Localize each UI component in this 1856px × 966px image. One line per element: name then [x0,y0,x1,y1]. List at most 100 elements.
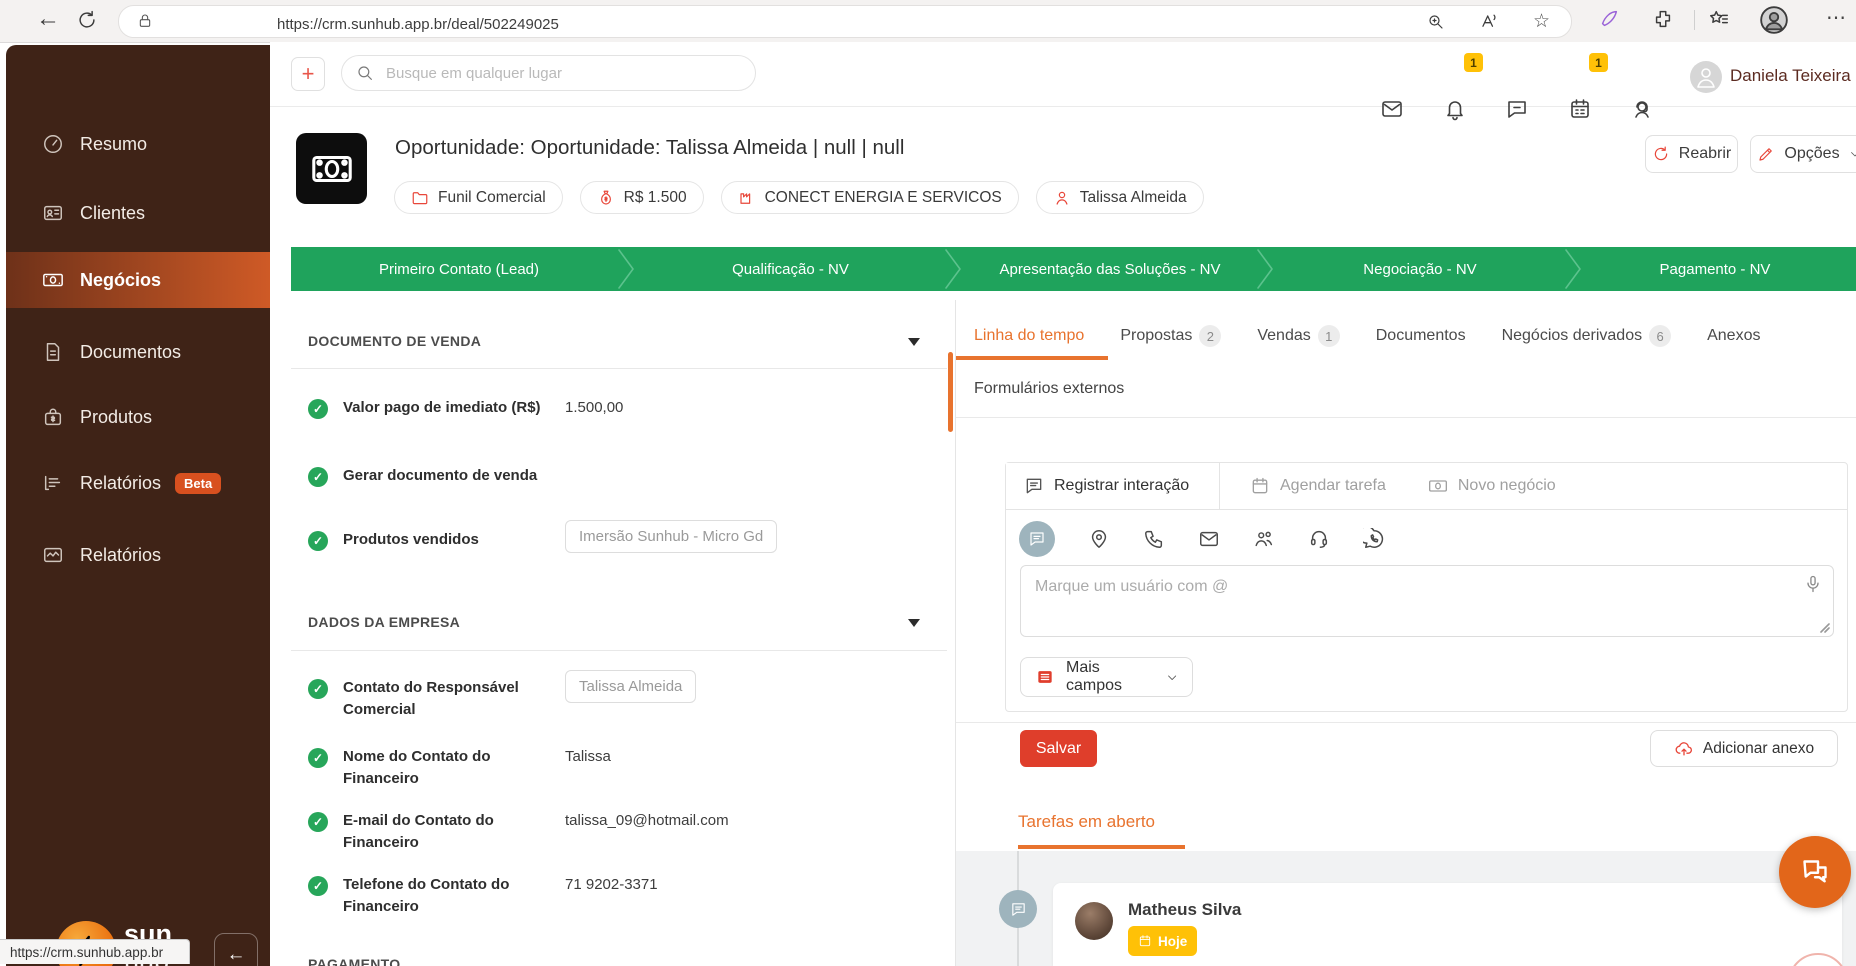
browser-profile-avatar[interactable] [1760,6,1788,34]
global-search[interactable] [341,55,756,91]
interaction-composer: Registrar interação Agendar tarefa Novo … [1005,462,1848,712]
tab-negocios-derivados[interactable]: Negócios derivados6 [1502,325,1672,347]
pipeline-stage-1[interactable]: Primeiro Contato (Lead) [291,247,627,291]
field-label: Telefone do Contato do Financeiro [343,874,561,918]
composer-tabs: Registrar interação Agendar tarefa Novo … [1006,463,1847,510]
pipeline-stage-4[interactable]: Negociação - NV [1266,247,1574,291]
sidebar-item-produtos[interactable]: Produtos [6,395,270,439]
channel-whatsapp-icon[interactable] [1363,528,1385,550]
composer-footer-divider [956,722,1856,723]
task-avatar [1075,902,1113,940]
microphone-icon[interactable] [1803,574,1823,594]
browser-extension-feather-icon[interactable] [1598,8,1620,30]
composer-tab-novo-negocio[interactable]: Novo negócio [1398,463,1568,509]
timeline-note-marker-icon [999,890,1037,928]
pipeline-stage-2[interactable]: Qualificação - NV [627,247,954,291]
section-header-documento-venda[interactable]: DOCUMENTO DE VENDA [308,333,481,349]
favorites-bar-icon[interactable] [1708,8,1730,30]
left-panel-scrollbar[interactable] [948,352,953,432]
support-headset-icon[interactable] [1630,97,1654,121]
zoom-page-icon[interactable] [1427,13,1445,31]
browser-menu-icon[interactable] [1826,5,1846,30]
tab-vendas[interactable]: Vendas1 [1257,325,1339,347]
browser-toolbar: https://crm.sunhub.app.br/deal/502249025 [0,0,1856,43]
chat-lines-icon [1024,476,1044,496]
sidebar-item-negocios[interactable]: Negócios [6,252,270,308]
reopen-button[interactable]: Reabrir [1645,135,1738,173]
task-card: Matheus Silva Hoje [1053,883,1842,966]
check-circle-icon [308,531,328,551]
reopen-label: Reabrir [1679,145,1731,163]
composer-tab-registrar-interacao[interactable]: Registrar interação [1006,463,1220,509]
task-due-badge[interactable]: Hoje [1128,926,1197,956]
user-name[interactable]: Daniela Teixeira [1730,66,1856,86]
pipeline-stage-5[interactable]: Pagamento - NV [1574,247,1856,291]
tab-propostas[interactable]: Propostas2 [1120,325,1221,347]
browser-back-icon[interactable] [36,5,60,33]
extensions-puzzle-icon[interactable] [1652,8,1674,30]
sidebar-item-relatorios[interactable]: Relatórios [6,533,270,577]
deal-tag-funnel[interactable]: Funil Comercial [394,181,563,214]
add-attachment-button[interactable]: Adicionar anexo [1650,730,1838,767]
check-circle-icon [308,467,328,487]
contact-card-icon [42,202,64,224]
notifications-bell-icon[interactable] [1443,97,1467,121]
options-button[interactable]: Opções [1750,135,1856,173]
sidebar-item-resumo[interactable]: Resumo [6,122,270,166]
person-icon [1053,189,1071,207]
calendar-icon[interactable] [1568,97,1592,121]
save-button[interactable]: Salvar [1020,730,1097,767]
composer-tab-label: Novo negócio [1458,477,1556,495]
search-input[interactable] [384,64,741,83]
url-text[interactable]: https://crm.sunhub.app.br/deal/502249025 [277,16,559,33]
channel-note-icon[interactable] [1019,521,1055,557]
note-textarea[interactable] [1021,566,1833,636]
pipeline-stage-3[interactable]: Apresentação das Soluções - NV [954,247,1266,291]
section-header-partial: PAGAMENTO [308,956,400,966]
tab-anexos[interactable]: Anexos [1707,327,1760,345]
tab-formularios-externos[interactable]: Formulários externos [974,380,1124,398]
sidebar-item-label: Relatórios [80,473,161,494]
sidebar-item-label: Resumo [80,134,147,155]
deal-tag-contact[interactable]: Talissa Almeida [1036,181,1204,214]
deal-tag-company[interactable]: CONECT ENERGIA E SERVICOS [721,181,1019,214]
beta-badge: Beta [175,473,221,494]
composer-tab-agendar-tarefa[interactable]: Agendar tarefa [1220,463,1398,509]
channel-meeting-icon[interactable] [1253,528,1275,550]
calendar-icon [1138,934,1152,948]
favorite-star-icon[interactable] [1533,10,1550,33]
tab-label: Documentos [1376,327,1466,345]
sidebar-item-relatorios-beta[interactable]: Relatórios Beta [6,461,270,505]
quick-add-button[interactable]: + [291,57,325,91]
collapse-caret-icon[interactable] [908,338,920,346]
channel-phone-icon[interactable] [1143,528,1165,550]
read-aloud-icon[interactable] [1479,12,1498,31]
check-circle-icon [308,679,328,699]
tab-linha-do-tempo[interactable]: Linha do tempo [974,327,1084,345]
browser-refresh-icon[interactable] [76,9,98,31]
channel-email-icon[interactable] [1198,528,1220,550]
collapse-caret-icon[interactable] [908,619,920,627]
sidebar-item-label: Clientes [80,203,145,224]
chat-icon[interactable] [1505,97,1529,121]
sidebar-item-clientes[interactable]: Clientes [6,191,270,235]
channel-headset-icon[interactable] [1308,528,1330,550]
section-divider [291,650,947,651]
sidebar-collapse-button[interactable] [214,933,258,966]
deal-tag-label: Funil Comercial [438,189,546,207]
deal-tag-value[interactable]: R$ 1.500 [580,181,704,214]
resize-handle-icon[interactable] [1820,623,1830,633]
mail-icon[interactable] [1380,97,1404,121]
tab-documentos[interactable]: Documentos [1376,327,1466,345]
more-fields-button[interactable]: Mais campos [1020,657,1193,697]
table-list-icon [1035,667,1055,687]
tab-label: Linha do tempo [974,327,1084,345]
user-avatar[interactable] [1690,61,1722,93]
chat-fab-button[interactable] [1779,836,1851,908]
channel-visit-pin-icon[interactable] [1088,528,1110,550]
sidebar-item-documentos[interactable]: Documentos [6,330,270,374]
section-header-dados-empresa[interactable]: DADOS DA EMPRESA [308,614,460,630]
field-value-pill: Imersão Sunhub - Micro Gd [565,520,777,553]
address-bar[interactable]: https://crm.sunhub.app.br/deal/502249025 [118,5,1572,38]
chart-icon [42,544,64,566]
